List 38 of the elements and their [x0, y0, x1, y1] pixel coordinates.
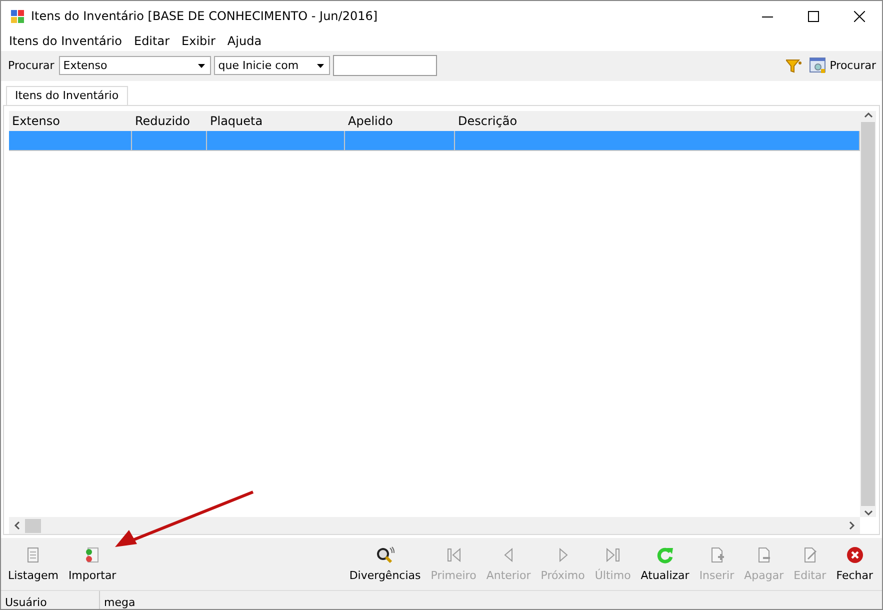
column-header[interactable]: Plaqueta: [207, 110, 345, 131]
search-label: Procurar: [8, 59, 54, 72]
magnifier-icon: [375, 546, 396, 564]
vertical-scrollbar[interactable]: [860, 110, 876, 518]
scrollbar-thumb[interactable]: [25, 518, 41, 533]
search-button[interactable]: Procurar: [808, 57, 876, 74]
horizontal-scrollbar[interactable]: [9, 517, 860, 534]
scroll-up-icon: [864, 110, 872, 120]
toolbar-button[interactable]: Atualizar: [636, 538, 694, 590]
scroll-down-icon: [864, 508, 872, 518]
column-header[interactable]: Reduzido: [132, 110, 207, 131]
status-text: mega: [103, 595, 136, 609]
toolbar-button[interactable]: Listagem: [3, 538, 64, 590]
column-header[interactable]: Descrição: [455, 110, 860, 131]
menu-item[interactable]: Editar: [128, 34, 176, 48]
filter-icon[interactable]: [786, 58, 802, 73]
status-text: Usuário: [1, 591, 100, 609]
menu-item[interactable]: Exibir: [176, 34, 222, 48]
app-icon: [11, 10, 24, 23]
scroll-left-icon: [14, 521, 20, 530]
column-header[interactable]: Apelido: [345, 110, 455, 131]
refresh-icon: [655, 546, 676, 564]
close-icon: [844, 546, 865, 564]
scroll-right-icon: [849, 521, 855, 530]
tab[interactable]: Itens do Inventário: [6, 86, 128, 106]
close-icon: [854, 10, 864, 22]
maximize-icon: [808, 10, 818, 22]
toolbar-button[interactable]: Importar: [63, 538, 122, 590]
toolbar-button[interactable]: Divergências: [344, 538, 426, 590]
field-dropdown[interactable]: Extenso: [59, 56, 212, 76]
window-title: Itens do Inventário [BASE DE CONHECIMENTO - Jun/2016]: [31, 9, 378, 24]
menu-item[interactable]: Ajuda: [221, 34, 268, 48]
column-header[interactable]: Extenso: [9, 110, 132, 131]
toolbar-button[interactable]: Fechar: [831, 538, 878, 590]
search-field[interactable]: [333, 55, 438, 76]
window-search-icon: [808, 57, 827, 74]
mode-dropdown[interactable]: que Inicie com: [214, 56, 330, 76]
menu-item[interactable]: Itens do Inventário: [3, 34, 128, 48]
